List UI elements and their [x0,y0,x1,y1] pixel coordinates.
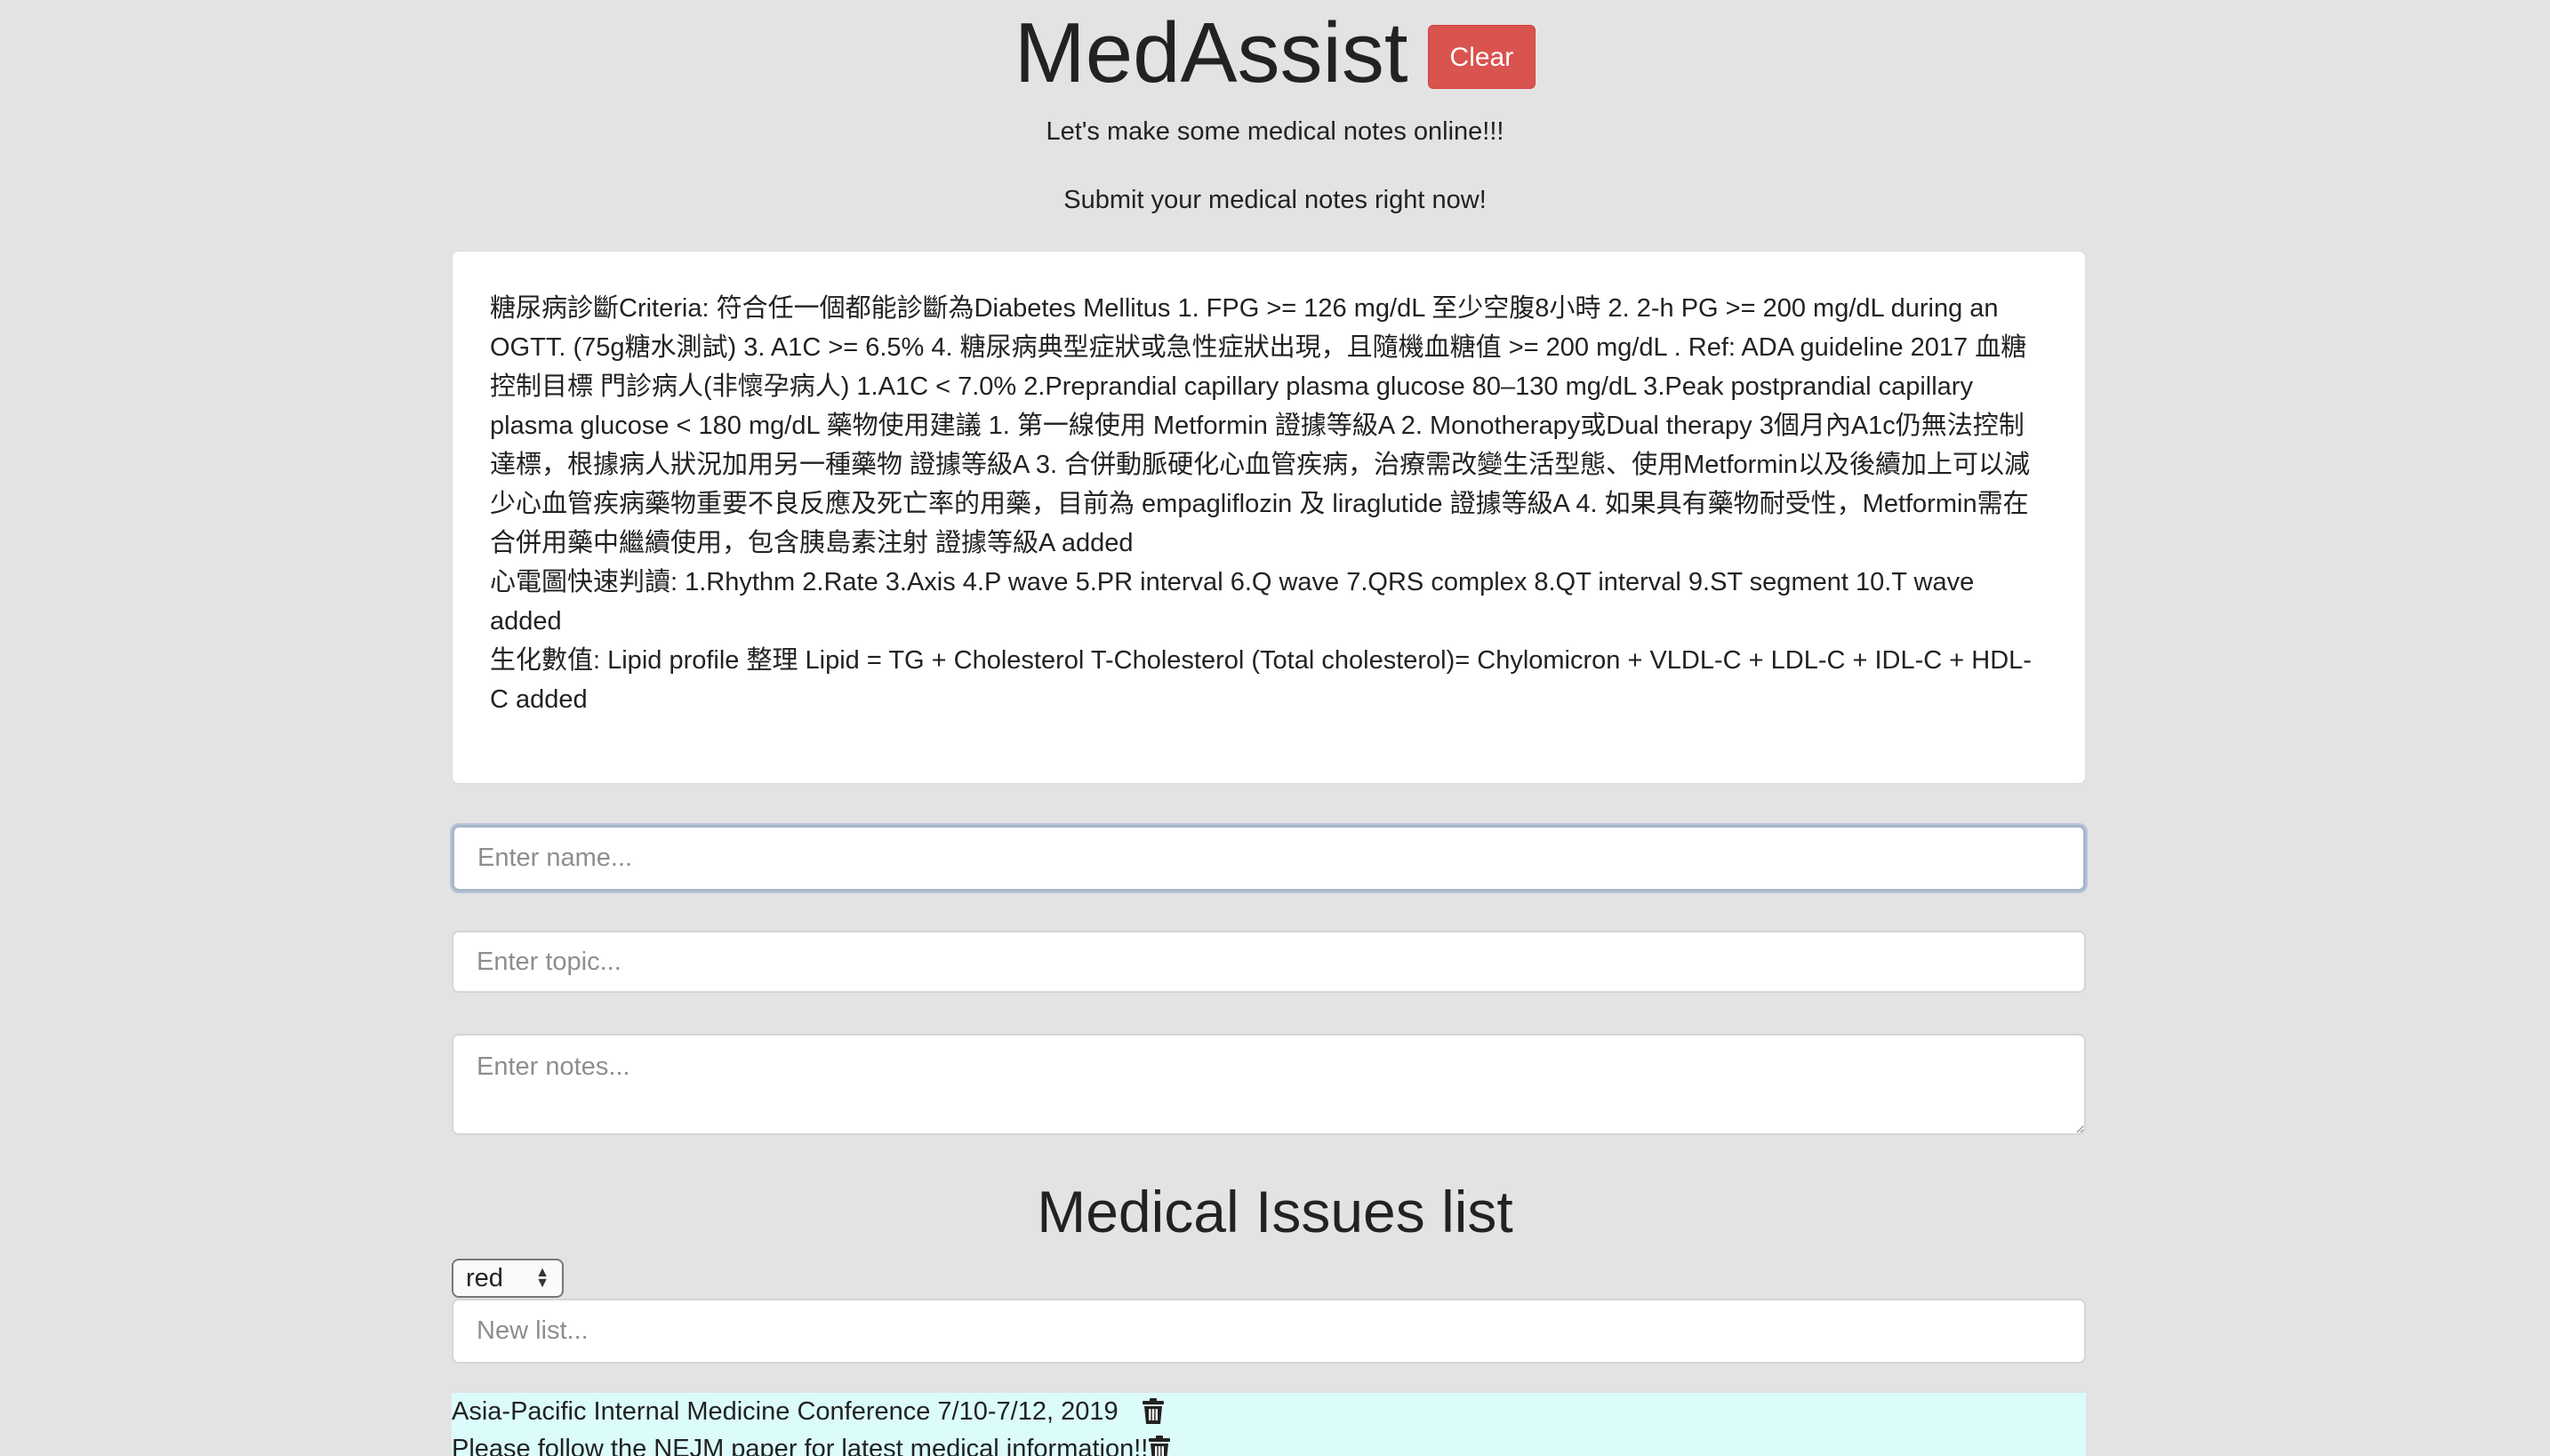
name-input[interactable] [452,825,2086,892]
issues-list: Asia-Pacific Internal Medicine Conferenc… [452,1393,2086,1456]
color-select[interactable]: red ▲ ▼ [452,1259,564,1298]
color-select-value: red [466,1263,503,1292]
topic-input[interactable] [452,931,2086,993]
trash-icon[interactable] [1142,1398,1165,1425]
saved-notes-panel: 糖尿病診斷Criteria: 符合任一個都能診斷為Diabetes Mellit… [452,251,2086,784]
list-item: Asia-Pacific Internal Medicine Conferenc… [452,1393,2086,1430]
app-title: MedAssist [1014,5,1408,100]
select-arrows-icon: ▲ ▼ [535,1265,549,1291]
list-item-text: Asia-Pacific Internal Medicine Conferenc… [452,1397,1119,1426]
medical-issues-heading: Medical Issues list [1037,1179,1513,1244]
saved-note-entry: 糖尿病診斷Criteria: 符合任一個都能診斷為Diabetes Mellit… [490,294,2031,557]
list-item-text: Please follow the NEJM paper for latest … [452,1435,1149,1456]
saved-note-entry: 心電圖快速判讀: 1.Rhythm 2.Rate 3.Axis 4.P wave… [490,568,1975,636]
header: MedAssist Clear [0,0,2550,107]
new-list-input[interactable] [452,1299,2086,1364]
subtitle-call-to-action: Submit your medical notes right now! [1063,186,1487,214]
page: MedAssist Clear Let's make some medical … [0,0,2550,1456]
saved-note-entry: 生化數值: Lipid profile 整理 Lipid = TG + Chol… [490,646,2032,714]
clear-button[interactable]: Clear [1427,25,1536,89]
subtitle-tagline: Let's make some medical notes online!!! [1046,117,1504,146]
notes-textarea[interactable] [452,1034,2086,1135]
list-item: Please follow the NEJM paper for latest … [452,1430,2086,1456]
trash-icon[interactable] [1148,1436,1171,1456]
